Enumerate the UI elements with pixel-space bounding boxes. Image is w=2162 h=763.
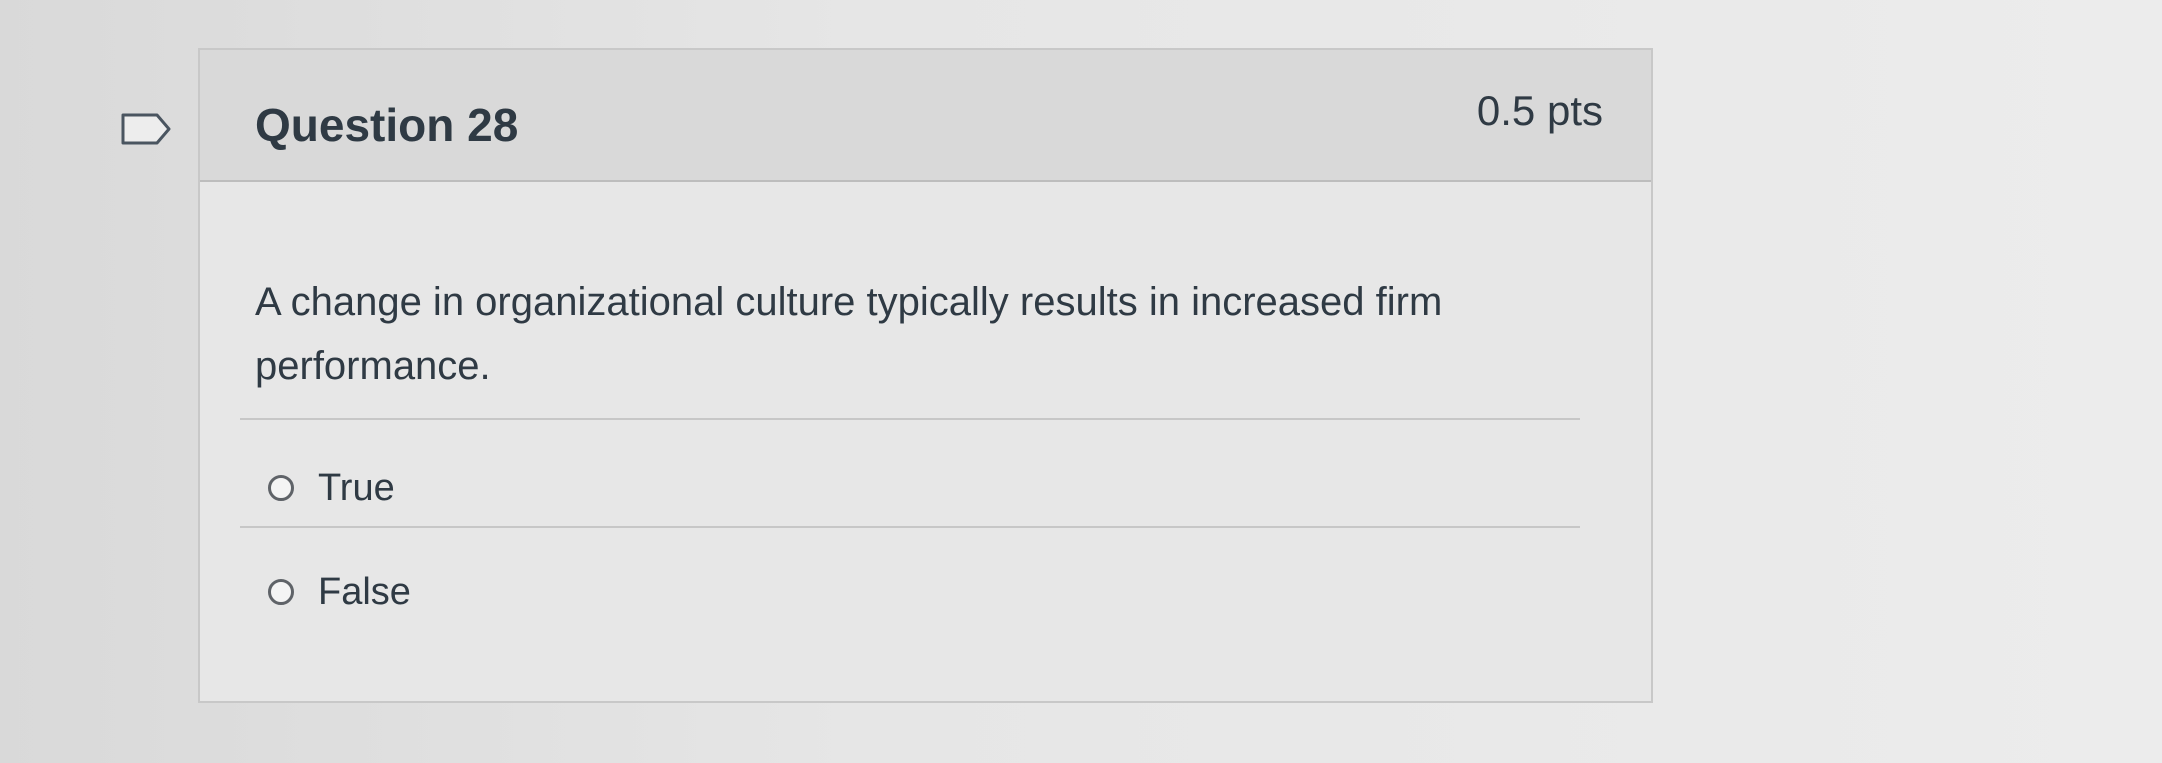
answer-divider bbox=[240, 418, 1580, 420]
answer-label-false: False bbox=[318, 570, 411, 613]
question-card: Question 28 0.5 pts A change in organiza… bbox=[198, 48, 1653, 703]
radio-icon[interactable] bbox=[268, 475, 294, 501]
question-title: Question 28 bbox=[255, 99, 519, 151]
answer-option-true[interactable]: True bbox=[268, 464, 395, 512]
answer-divider bbox=[240, 526, 1580, 528]
question-header: Question 28 0.5 pts bbox=[200, 50, 1651, 182]
question-points: 0.5 pts bbox=[1476, 87, 1603, 134]
answer-label-true: True bbox=[318, 466, 395, 509]
answer-option-false[interactable]: False bbox=[268, 568, 411, 616]
question-text: A change in organizational culture typic… bbox=[255, 280, 1443, 388]
flag-icon[interactable] bbox=[120, 112, 172, 146]
radio-icon[interactable] bbox=[268, 579, 294, 605]
quiz-page: Question 28 0.5 pts A change in organiza… bbox=[0, 0, 2162, 763]
